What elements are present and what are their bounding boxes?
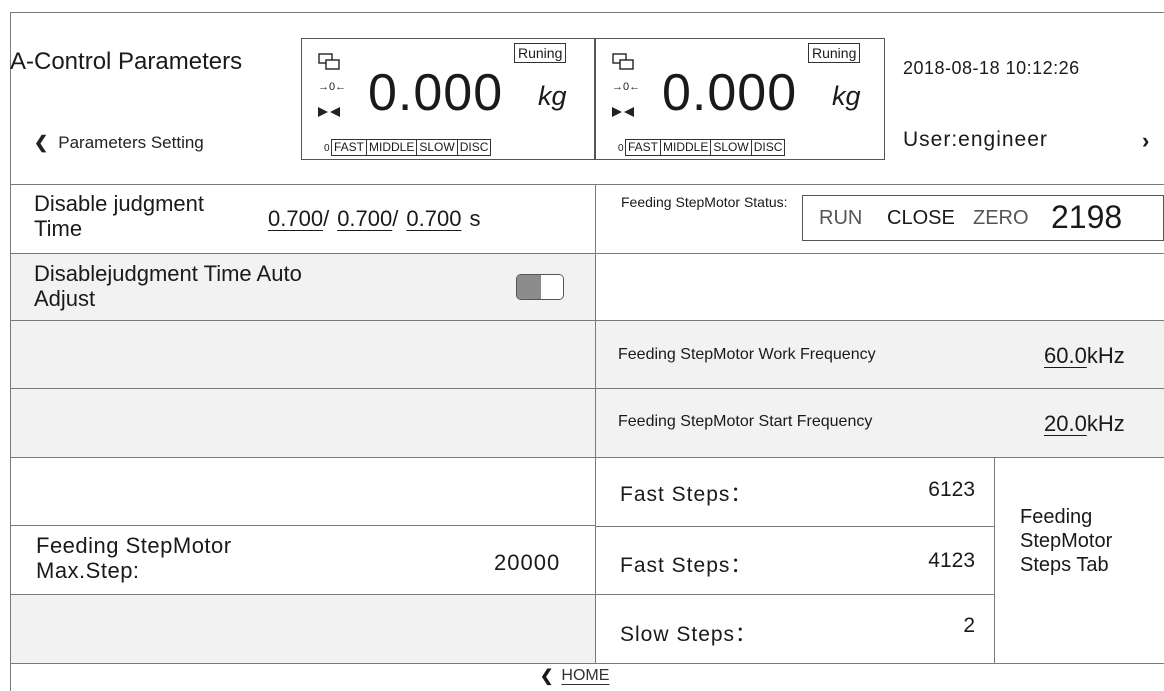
- status-badge: Runing: [808, 43, 861, 63]
- status-zero: ZERO: [973, 207, 1029, 229]
- mode-fast: FAST: [625, 139, 662, 156]
- mode-disc: DISC: [750, 139, 786, 156]
- disable-time-input-2[interactable]: 0.700: [337, 206, 392, 232]
- motor-status-label: Feeding StepMotor Status:: [621, 194, 788, 210]
- weight-value: 0.000: [368, 64, 504, 122]
- weight-unit: kg: [832, 81, 861, 111]
- monitor-icon: [318, 53, 340, 70]
- user-label: User:engineer: [903, 128, 1048, 151]
- status-run: RUN: [819, 207, 863, 229]
- steps-tab-label: Feeding StepMotor Steps Tab: [1020, 506, 1113, 576]
- zero-mark: 0: [324, 143, 330, 154]
- work-frequency-label: Feeding StepMotor Work Frequency: [618, 346, 876, 363]
- datetime: 2018-08-18 10:12:26: [903, 58, 1080, 78]
- start-frequency-unit: kHz: [1086, 411, 1125, 436]
- disable-time-label: Disable judgment Time: [34, 191, 204, 241]
- weight-display-1: →0← Runing 0.000 kg 0 FAST MIDDLE SLOW D…: [301, 38, 595, 160]
- zero-arrows-icon: →0←: [318, 81, 347, 93]
- start-frequency: 20.0 kHz: [1044, 411, 1125, 437]
- status-count: 2198: [1051, 199, 1123, 235]
- zero-mark: 0: [618, 143, 624, 154]
- chevron-left-icon: ❮: [540, 668, 554, 685]
- mode-slow: SLOW: [416, 139, 458, 156]
- max-step-label: Feeding StepMotor Max.Step:: [36, 533, 232, 583]
- slow-steps-value[interactable]: 2: [919, 614, 975, 638]
- motor-status-box: RUN CLOSE ZERO 2198: [802, 195, 1164, 241]
- status-close: CLOSE: [887, 207, 955, 229]
- mode-fast: FAST: [331, 139, 368, 156]
- monitor-icon: [612, 53, 634, 70]
- start-frequency-input[interactable]: 20.0: [1044, 411, 1087, 437]
- status-badge: Runing: [514, 43, 567, 63]
- unit-label: s: [469, 206, 481, 231]
- fast-steps-value[interactable]: 6123: [919, 478, 975, 502]
- work-frequency-unit: kHz: [1086, 343, 1125, 368]
- max-step-value[interactable]: 20000: [494, 550, 560, 576]
- start-frequency-label: Feeding StepMotor Start Frequency: [618, 413, 873, 430]
- home-link[interactable]: ❮ HOME: [540, 666, 609, 686]
- fast-steps-value-2[interactable]: 4123: [919, 549, 975, 573]
- weight-value: 0.000: [662, 64, 798, 122]
- work-frequency: 60.0 kHz: [1044, 343, 1125, 369]
- mode-indicators: FAST MIDDLE SLOW DISC: [331, 139, 492, 156]
- stable-icon: [318, 107, 340, 117]
- stable-icon: [612, 107, 634, 117]
- fast-steps-label-2: Fast Steps：: [620, 554, 753, 577]
- disable-time-values: 0.700 / 0.700 / 0.700 s: [268, 206, 480, 232]
- parameters-setting-label: Parameters Setting: [58, 133, 204, 152]
- parameters-setting-link[interactable]: ❮ Parameters Setting: [34, 133, 204, 153]
- auto-adjust-toggle[interactable]: [516, 274, 564, 300]
- separator: /: [323, 206, 330, 231]
- auto-adjust-label: Disablejudgment Time Auto Adjust: [34, 261, 302, 311]
- chevron-left-icon: ❮: [34, 133, 49, 152]
- fast-steps-label: Fast Steps：: [620, 483, 753, 506]
- disable-time-input-1[interactable]: 0.700: [268, 206, 323, 232]
- page-title: A-Control Parameters: [10, 48, 243, 75]
- chevron-right-icon[interactable]: ›: [1142, 128, 1149, 154]
- work-frequency-input[interactable]: 60.0: [1044, 343, 1087, 369]
- mode-slow: SLOW: [710, 139, 752, 156]
- separator: /: [392, 206, 399, 231]
- weight-unit: kg: [538, 81, 567, 111]
- slow-steps-label: Slow Steps：: [620, 623, 758, 646]
- mode-indicators: FAST MIDDLE SLOW DISC: [625, 139, 786, 156]
- mode-middle: MIDDLE: [366, 139, 418, 156]
- home-label: HOME: [561, 667, 610, 684]
- disable-time-input-3[interactable]: 0.700: [406, 206, 461, 232]
- weight-display-2: →0← Runing 0.000 kg 0 FAST MIDDLE SLOW D…: [595, 38, 885, 160]
- mode-middle: MIDDLE: [660, 139, 712, 156]
- mode-disc: DISC: [456, 139, 492, 156]
- zero-arrows-icon: →0←: [612, 81, 641, 93]
